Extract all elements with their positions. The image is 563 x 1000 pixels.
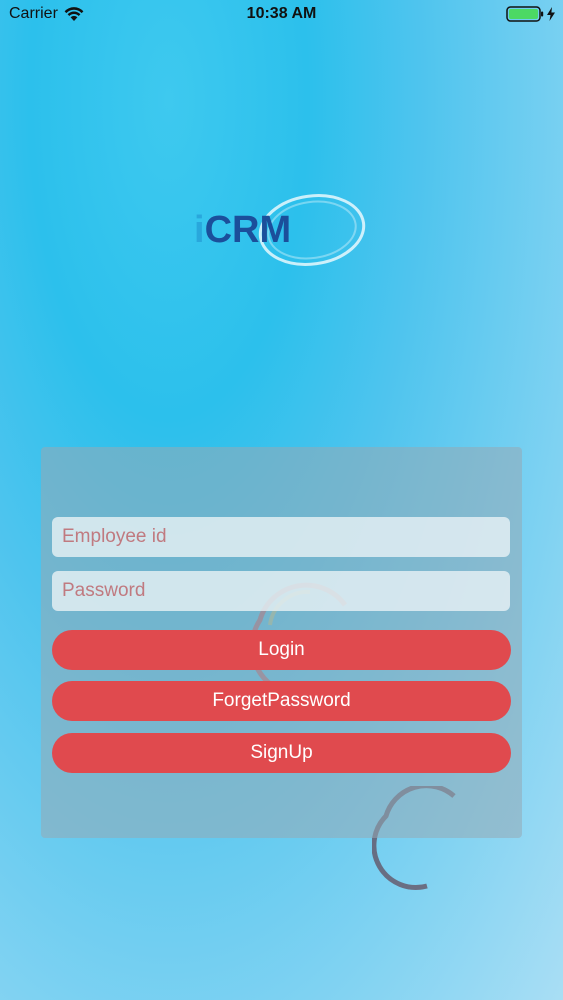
login-button[interactable]: Login <box>52 630 511 670</box>
status-time: 10:38 AM <box>246 5 317 22</box>
charging-bolt-icon <box>547 7 555 21</box>
employee-id-input[interactable] <box>52 517 510 557</box>
logo-text: iCRM <box>194 209 291 251</box>
battery-group <box>506 6 555 22</box>
battery-icon <box>506 6 544 22</box>
forget-password-button[interactable]: ForgetPassword <box>52 681 511 721</box>
logo-graphic: iCRM <box>194 194 366 266</box>
app-logo: iCRM <box>190 190 370 268</box>
password-input[interactable] <box>52 571 510 611</box>
signup-button[interactable]: SignUp <box>52 733 511 773</box>
status-bar: Carrier 10:38 AM <box>0 0 563 30</box>
